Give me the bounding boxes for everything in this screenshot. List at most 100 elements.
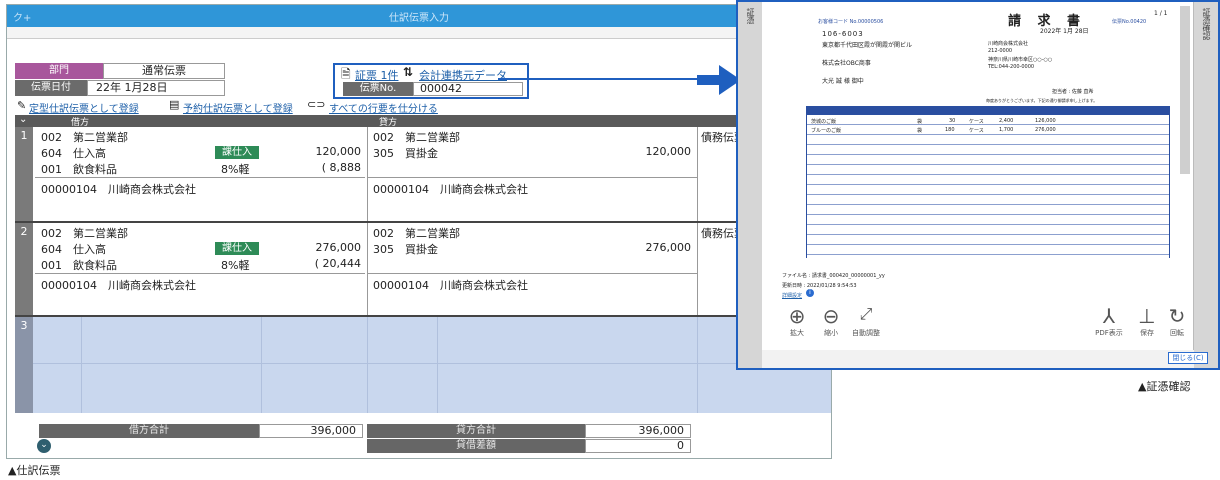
credit-dept: 002 第二営業部 <box>373 227 460 240</box>
sender-postal: 212-0000 <box>988 48 1013 54</box>
postal-code: 106-6003 <box>822 30 864 38</box>
debit-account: 604 仕入高 <box>41 147 106 160</box>
expand-toggle-icon[interactable]: ⌄ <box>37 439 51 453</box>
zoom-in-label: 拡大 <box>790 329 804 337</box>
credit-total-label: 貸方合計 <box>367 424 585 438</box>
link-icon: ⇅ <box>403 65 414 79</box>
date-label: 伝票日付 <box>15 80 87 96</box>
debit-partner: 00000104 川崎商会株式会社 <box>41 183 196 196</box>
row-number: 2 <box>15 223 33 315</box>
divider <box>697 317 698 413</box>
divider <box>33 363 831 364</box>
invoice-table-header <box>807 107 1169 115</box>
side-label-right: 証憑確認 <box>1202 8 1211 40</box>
tax-badge: 課仕入 <box>215 242 259 255</box>
zoom-out-label: 縮小 <box>824 329 838 337</box>
voucher-viewer-window: 証憑 証憑確認 お客様コード No.00000506 請 求 書 伝票No.00… <box>736 0 1220 370</box>
tax-rate: 8%軽 <box>221 259 250 272</box>
save-label: 保存 <box>1140 329 1154 337</box>
credit-partner: 00000104 川崎商会株式会社 <box>373 183 528 196</box>
pdf-icon[interactable]: ⅄ <box>1094 304 1124 328</box>
register-scheduled-link[interactable]: 予約仕訳伝票として登録 <box>183 100 293 115</box>
debit-total-value: 396,000 <box>259 424 363 438</box>
credit-account: 305 買掛金 <box>373 243 438 256</box>
scrollbar[interactable] <box>1180 6 1190 174</box>
side-label-left: 証憑 <box>746 8 755 24</box>
collapse-icon: ⊂⊃ <box>307 98 326 111</box>
tax-amount: ( 8,888 <box>321 161 361 174</box>
ledger-label: 部門 <box>15 63 103 79</box>
page-number: 1 / 1 <box>1154 10 1168 17</box>
expand-all-link[interactable]: すべての行要を仕分ける <box>329 100 438 115</box>
credit-partner: 00000104 川崎商会株式会社 <box>373 279 528 292</box>
fit-icon[interactable]: ⤢ <box>848 304 884 324</box>
detail-settings-link[interactable]: 詳細設定 <box>782 292 802 299</box>
divider <box>697 223 698 315</box>
zoom-in-icon[interactable]: ⊕ <box>782 304 812 328</box>
diff-label: 貸借差額 <box>367 439 585 453</box>
credit-amount[interactable]: 120,000 <box>595 145 692 158</box>
pdf-label: PDF表示 <box>1095 329 1123 337</box>
slip-type-select[interactable]: 通常伝票 <box>103 63 225 79</box>
credit-total-value: 396,000 <box>585 424 691 438</box>
credit-dept: 002 第二営業部 <box>373 131 460 144</box>
updated-time: 更新日時 : 2022/01/28 9:54:53 <box>782 283 857 289</box>
document-page: お客様コード No.00000506 請 求 書 伝票No.00420 1 / … <box>762 2 1194 350</box>
date-input[interactable]: 22年 1月28日 <box>87 80 225 96</box>
divider <box>437 317 438 413</box>
invoice-date: 2022年 1月 28日 <box>1040 28 1089 35</box>
toolbar-strip <box>7 27 831 39</box>
info-icon[interactable]: i <box>806 289 814 297</box>
invoice-number: 伝票No.00420 <box>1112 19 1147 25</box>
grid-header: ⌄ 借方 貸方 <box>15 114 831 128</box>
divider <box>367 223 368 315</box>
credit-amount[interactable]: 276,000 <box>595 241 692 254</box>
greeting: 大光 誠 様 御中 <box>822 78 864 85</box>
zoom-out-icon[interactable]: ⊖ <box>816 304 846 328</box>
left-gutter: 証憑 <box>738 2 762 368</box>
customer-code: お客様コード No.00000506 <box>818 19 884 25</box>
sender-tel: TEL:044-200-0000 <box>988 64 1035 70</box>
calendar-icon: ▤ <box>169 98 180 111</box>
divider <box>367 127 368 221</box>
debit-sub: 001 飲食料品 <box>41 259 117 272</box>
debit-dept: 002 第二営業部 <box>41 227 128 240</box>
debit-total-label: 借方合計 <box>39 424 259 438</box>
table-row[interactable]: 1 002 第二営業部 604 仕入高 課仕入 120,000 001 飲食料品… <box>15 127 831 223</box>
chevron-down-icon[interactable]: ⌄ <box>19 114 27 125</box>
table-row: 茨城のご飯 袋 30 ケース 2,400 126,000 <box>811 118 1056 125</box>
debit-amount[interactable]: 276,000 <box>275 241 362 254</box>
connector-line <box>498 78 698 80</box>
fit-label: 自動調整 <box>852 329 880 337</box>
empty-entry-row[interactable]: 3 <box>15 317 831 413</box>
debit-amount[interactable]: 120,000 <box>275 145 362 158</box>
right-gutter: 証憑確認 <box>1194 2 1218 368</box>
arrow-icon <box>697 65 741 95</box>
table-row: ブルーのご飯 袋 180 ケース 1,700 276,000 <box>811 127 1056 134</box>
tax-amount: ( 20,444 <box>314 257 361 270</box>
divider <box>261 317 262 413</box>
divider <box>81 317 82 413</box>
debit-account: 604 仕入高 <box>41 243 106 256</box>
close-button[interactable]: 閉じる(C) <box>1168 352 1208 364</box>
sender-company: 川崎商会株式会社 <box>988 41 1029 47</box>
divider <box>367 317 368 413</box>
recipient-company: 株式会社OBC商事 <box>822 60 871 67</box>
table-row[interactable]: 2 002 第二営業部 604 仕入高 課仕入 276,000 001 飲食料品… <box>15 223 831 317</box>
thanks-text: 毎度ありがとうございます。下記の通り御請求申し上げます。 <box>986 98 1098 103</box>
accounting-source-link[interactable]: 会計連携元データ <box>419 67 507 83</box>
caption-voucher: ▲証憑確認 <box>1138 380 1191 393</box>
credit-account: 305 買掛金 <box>373 147 438 160</box>
tax-badge: 課仕入 <box>215 146 259 159</box>
save-icon[interactable]: ⊥ <box>1132 304 1162 328</box>
rotate-icon[interactable]: ↻ <box>1162 304 1192 328</box>
divider <box>35 177 365 178</box>
register-regular-link[interactable]: 定型仕訳伝票として登録 <box>29 100 139 115</box>
file-name: ファイル名 : 請求書_000420_00000001_yy <box>782 273 885 279</box>
divider <box>367 273 697 274</box>
slip-no-label: 伝票No. <box>343 82 413 96</box>
voucher-link[interactable]: 証票 1件 <box>355 67 399 83</box>
slip-no-input[interactable]: 000042 <box>413 82 523 96</box>
journal-grid: ⌄ 借方 貸方 1 002 第二営業部 604 仕入高 課仕入 120,000 … <box>15 114 831 433</box>
rotate-label: 回転 <box>1170 329 1184 337</box>
